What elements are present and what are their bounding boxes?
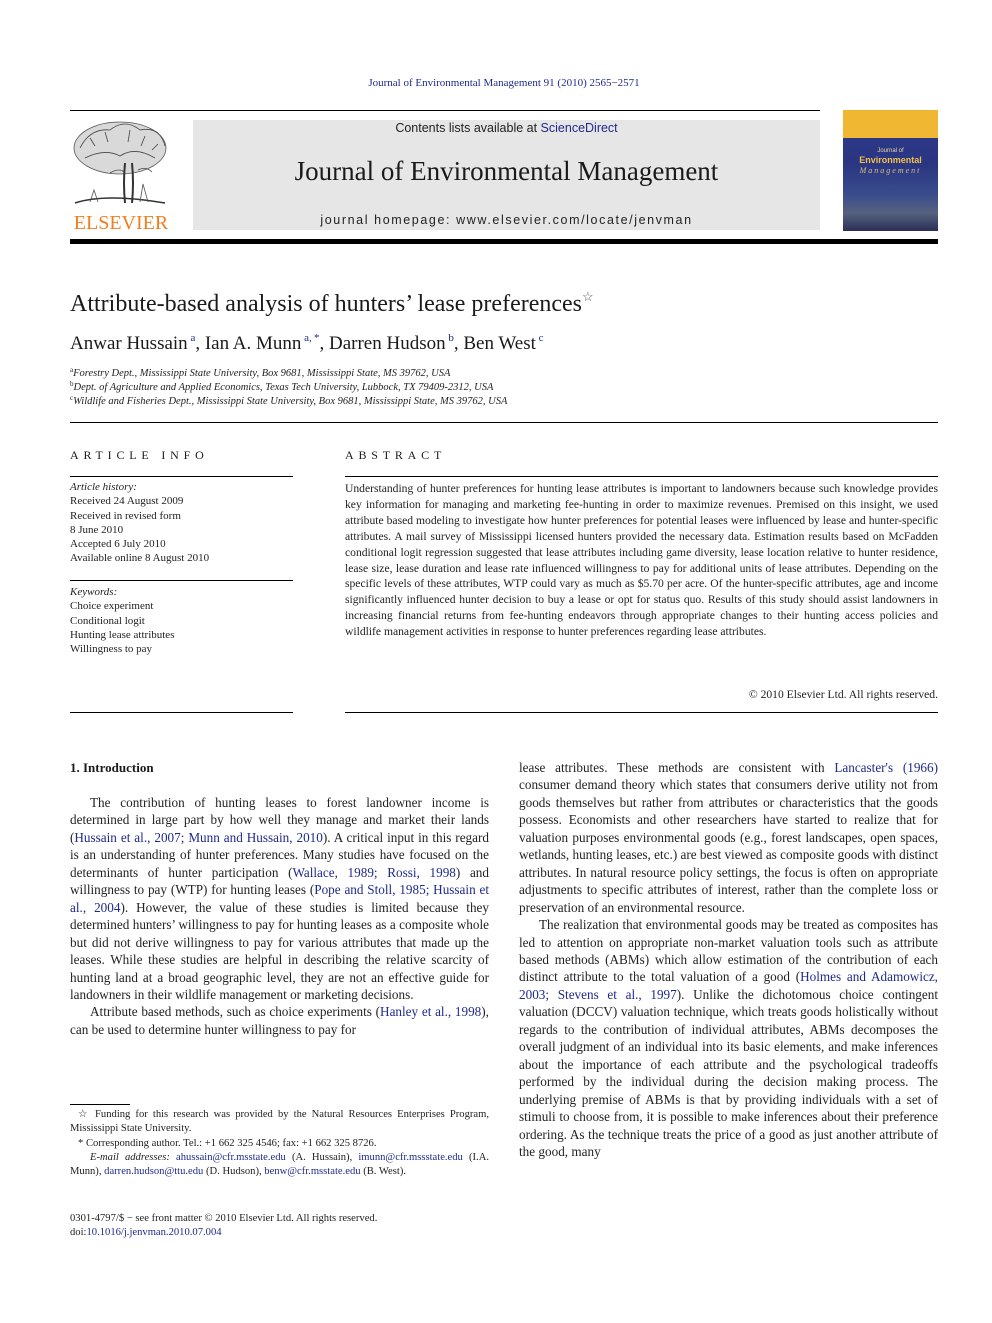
contents-line: Contents lists available at ScienceDirec… — [193, 121, 820, 135]
author-affil-mark[interactable]: a, * — [301, 332, 319, 344]
keyword: Conditional logit — [70, 614, 145, 627]
author-affil-mark[interactable]: c — [536, 332, 544, 344]
cover-small-text: Journal of — [877, 148, 904, 154]
doi-line: doi:10.1016/j.jenvman.2010.07.004 — [70, 1227, 222, 1239]
citation-link[interactable]: Lancaster's (1966) — [834, 760, 938, 775]
divider — [70, 580, 293, 581]
article-title-text: Attribute-based analysis of hunters’ lea… — [70, 291, 583, 317]
author-name: Ben West — [463, 333, 536, 354]
journal-homepage[interactable]: journal homepage: www.elsevier.com/locat… — [193, 213, 820, 227]
section-heading-introduction: 1. Introduction — [70, 760, 154, 775]
citation-link[interactable]: Hanley et al., 1998 — [380, 1004, 481, 1019]
citation-link[interactable]: Hussain et al., 2007; Munn and Hussain, … — [74, 830, 322, 845]
citation-link[interactable]: Wallace, 1989; Rossi, 1998 — [292, 865, 455, 880]
cover-band — [843, 110, 938, 138]
divider — [70, 712, 293, 713]
author-affil-mark[interactable]: b — [446, 332, 454, 344]
article-info-heading: ARTICLE INFO — [70, 448, 209, 462]
affiliation: aForestry Dept., Mississippi State Unive… — [70, 366, 451, 379]
star-footnote-mark: ☆ — [78, 1109, 90, 1120]
footnote-rule — [70, 1104, 130, 1105]
keyword: Willingness to pay — [70, 643, 153, 656]
cover-title: Environmental — [859, 155, 922, 165]
paragraph: The realization that environmental goods… — [519, 917, 938, 1159]
divider — [70, 476, 293, 477]
author-name: Ian A. Munn — [204, 333, 302, 354]
keyword: Choice experiment — [70, 600, 154, 613]
elsevier-wordmark: ELSEVIER — [73, 212, 169, 234]
keywords: Keywords: Choice experiment Conditional … — [70, 585, 174, 656]
divider — [345, 476, 938, 477]
email-link[interactable]: darren.hudson@ttu.edu — [104, 1166, 203, 1177]
author-name: Darren Hudson — [329, 333, 446, 354]
journal-banner: Contents lists available at ScienceDirec… — [193, 120, 820, 230]
author-list: Anwar Hussain a, Ian A. Munn a, *, Darre… — [70, 332, 544, 354]
author-affil-mark[interactable]: a — [188, 332, 195, 344]
paragraph: Attribute based methods, such as choice … — [70, 1004, 489, 1037]
article-title: Attribute-based analysis of hunters’ lea… — [70, 289, 594, 318]
front-matter: 0301-4797/$ − see front matter © 2010 El… — [70, 1212, 377, 1241]
keywords-label: Keywords: — [70, 586, 118, 598]
footnotes: ☆ Funding for this research was provided… — [70, 1108, 489, 1179]
divider — [345, 712, 938, 713]
body-column-left: The contribution of hunting leases to fo… — [70, 794, 489, 1038]
paragraph: The contribution of hunting leases to fo… — [70, 795, 489, 1002]
abstract-heading: ABSTRACT — [345, 448, 447, 462]
abstract-text: Understanding of hunter preferences for … — [345, 482, 938, 639]
star-footnote-mark[interactable]: ☆ — [582, 289, 594, 304]
journal-cover-image: Journal of Environmental Management — [843, 110, 938, 231]
top-rule — [70, 110, 820, 111]
doi-link[interactable]: 10.1016/j.jenvman.2010.07.004 — [86, 1227, 221, 1238]
journal-title: Journal of Environmental Management — [294, 156, 719, 186]
email-link[interactable]: imunn@cfr.mssstate.edu — [358, 1152, 463, 1163]
affiliation: cWildlife and Fisheries Dept., Mississip… — [70, 394, 508, 407]
funding-footnote: ☆ Funding for this research was provided… — [70, 1109, 489, 1135]
divider — [70, 422, 938, 423]
corresponding-footnote: * Corresponding author. Tel.: +1 662 325… — [78, 1137, 377, 1149]
contents-prefix: Contents lists available at — [395, 121, 541, 135]
history-item: Accepted 6 July 2010 — [70, 538, 166, 551]
email-link[interactable]: ahussain@cfr.msstate.edu — [176, 1152, 286, 1163]
front-matter-text: 0301-4797/$ − see front matter © 2010 El… — [70, 1213, 378, 1224]
history-item: Received in revised form — [70, 509, 181, 522]
author-name: Anwar Hussain — [70, 333, 188, 354]
email-footnote: E-mail addresses: ahussain@cfr.msstate.e… — [70, 1151, 490, 1178]
history-item: Available online 8 August 2010 — [70, 552, 210, 565]
keyword: Hunting lease attributes — [70, 628, 175, 641]
affiliation: bDept. of Agriculture and Applied Econom… — [70, 380, 494, 393]
article-history: Article history: Received 24 August 2009… — [70, 480, 209, 566]
citation-link[interactable]: Pope and Stoll, 1985; Hussain et al., 20… — [70, 882, 489, 914]
abstract-copyright: © 2010 Elsevier Ltd. All rights reserved… — [748, 688, 938, 701]
body-column-right: lease attributes. These methods are cons… — [519, 759, 938, 1160]
cover-subtitle: Management — [859, 166, 922, 175]
email-link[interactable]: benw@cfr.msstate.edu — [264, 1166, 360, 1177]
paragraph: lease attributes. These methods are cons… — [519, 760, 938, 915]
history-item: Received 24 August 2009 — [70, 495, 184, 508]
header-thick-rule — [70, 239, 938, 244]
history-item: 8 June 2010 — [70, 523, 124, 536]
history-label: Article history: — [70, 481, 137, 493]
citation-link[interactable]: Holmes and Adamowicz, 2003; Stevens et a… — [519, 969, 938, 1001]
sciencedirect-link[interactable]: ScienceDirect — [541, 121, 618, 135]
journal-citation[interactable]: Journal of Environmental Management 91 (… — [0, 77, 992, 89]
